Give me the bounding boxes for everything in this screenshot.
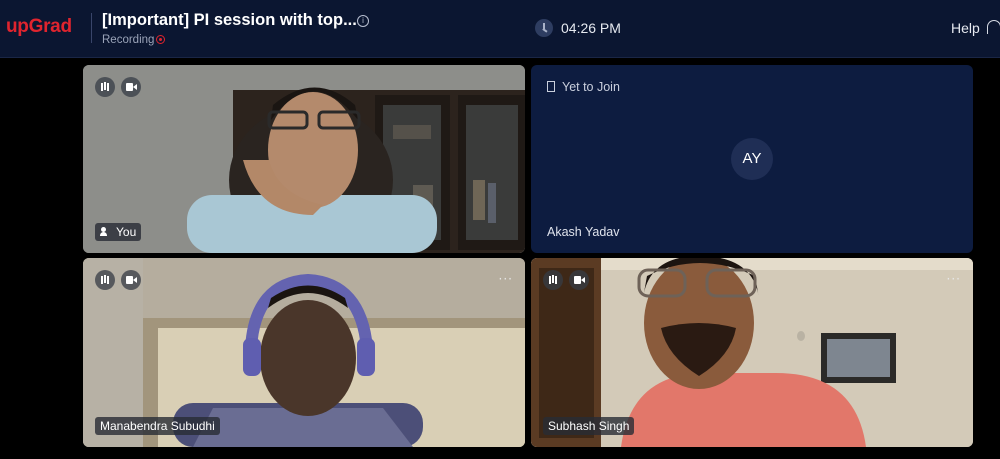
join-status-label: Yet to Join	[562, 80, 620, 94]
video-tile-manabendra: ··· Manabendra Subudhi	[83, 258, 525, 447]
join-status: Yet to Join	[547, 80, 620, 94]
participant-name-tag: Manabendra Subudhi	[95, 417, 220, 435]
session-title: [Important] PI session with top...	[102, 11, 357, 29]
recording-label: Recording	[102, 34, 155, 46]
self-video-feed	[83, 65, 525, 253]
more-options-icon[interactable]: ···	[499, 272, 513, 286]
current-time: 04:26 PM	[561, 20, 621, 36]
door-exit-icon	[547, 81, 555, 92]
speaker-person-icon	[100, 227, 111, 237]
top-bar: upGrad [Important] PI session with top..…	[0, 0, 1000, 58]
info-icon[interactable]: i	[357, 15, 369, 27]
participant-name-tag: You	[95, 223, 142, 241]
header-divider	[91, 13, 92, 43]
camera-icon[interactable]	[121, 77, 141, 97]
recording-indicator-icon	[156, 35, 165, 44]
video-tile-akash: Yet to Join AY Akash Yadav	[531, 65, 973, 253]
camera-icon[interactable]	[121, 270, 141, 290]
avatar: AY	[731, 138, 773, 180]
mic-icon[interactable]	[95, 270, 115, 290]
video-tile-self: You	[83, 65, 525, 253]
video-tile-subhash: ··· Subhash Singh	[531, 258, 973, 447]
mic-icon[interactable]	[543, 270, 563, 290]
camera-icon[interactable]	[569, 270, 589, 290]
participant-name: You	[116, 225, 137, 239]
headset-icon[interactable]	[987, 20, 1000, 34]
help-link[interactable]: Help	[951, 20, 980, 36]
participant-name-tag: Subhash Singh	[543, 417, 635, 435]
participant-name: Akash Yadav	[547, 225, 620, 239]
upgrad-logo: upGrad	[6, 16, 72, 37]
clock-icon	[535, 19, 553, 37]
more-options-icon[interactable]: ···	[947, 272, 961, 286]
mic-icon[interactable]	[95, 77, 115, 97]
